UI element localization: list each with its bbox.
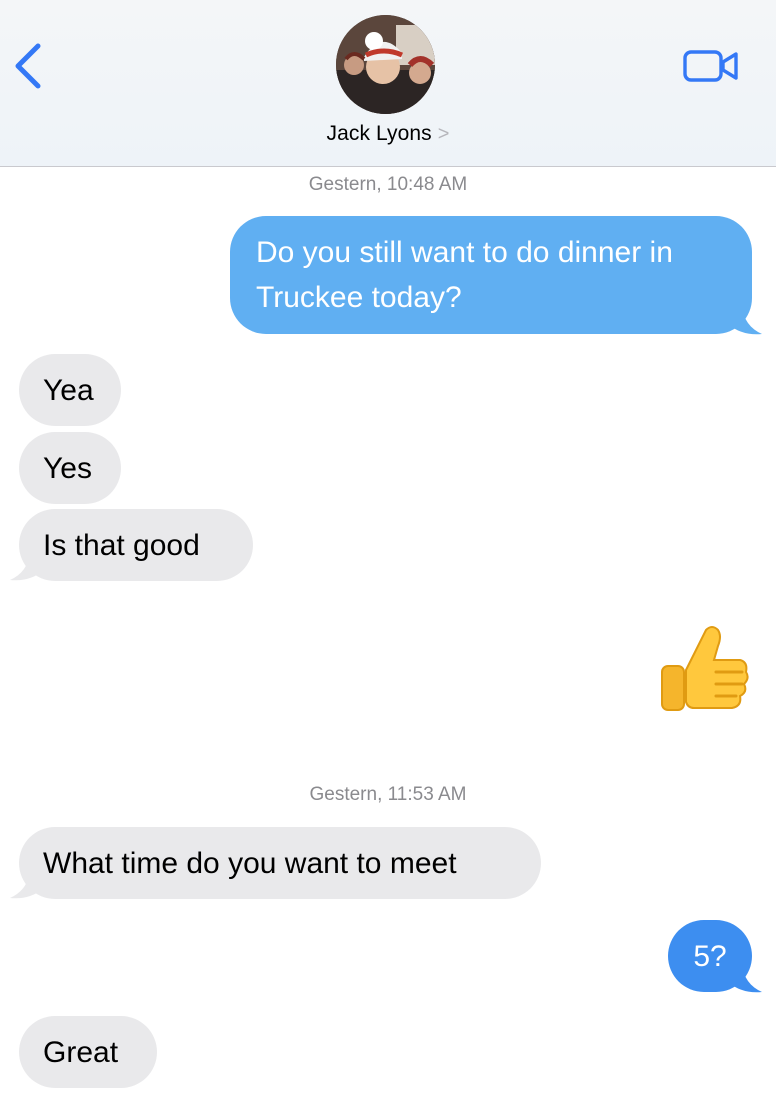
- sent-message-2-text: 5?: [693, 940, 727, 973]
- message-thread-screen: Jack Lyons > Gestern, 10:48 AM Do you sti…: [0, 0, 776, 1104]
- received-message-1[interactable]: Yea: [19, 354, 121, 426]
- received-message-4[interactable]: What time do you want to meet: [19, 827, 541, 899]
- back-button[interactable]: [8, 38, 48, 94]
- received-message-3-text: Is that good: [43, 529, 200, 562]
- received-tail-3: [10, 552, 44, 581]
- received-tail-4: [10, 870, 44, 899]
- received-message-5-text: Great: [43, 1036, 119, 1069]
- received-message-4-text: What time do you want to meet: [43, 847, 457, 880]
- contact-name-button[interactable]: Jack Lyons >: [0, 122, 776, 146]
- video-camera-icon: [683, 50, 738, 82]
- received-message-2-text: Yes: [43, 452, 92, 485]
- conversation-header: Jack Lyons >: [0, 0, 776, 167]
- chevron-right-icon: >: [437, 123, 450, 145]
- facetime-video-button[interactable]: [682, 46, 742, 86]
- timestamp-1: Gestern, 10:48 AM: [308, 174, 468, 195]
- avatar-photo: [336, 15, 435, 114]
- received-message-1-text: Yea: [43, 374, 94, 407]
- received-message-5[interactable]: Great: [19, 1016, 157, 1088]
- chevron-left-icon: [15, 43, 41, 89]
- sent-tail-2: [728, 964, 762, 993]
- sent-message-1-text: Do you still want to do dinner in Trucke…: [256, 236, 673, 314]
- sent-tail-1: [728, 306, 762, 335]
- received-message-3[interactable]: Is that good: [19, 509, 253, 581]
- contact-name-label: Jack Lyons: [326, 122, 432, 145]
- received-message-2[interactable]: Yes: [19, 432, 121, 504]
- thumbs-up-icon[interactable]: [654, 622, 750, 718]
- contact-avatar[interactable]: [336, 15, 435, 114]
- timestamp-2: Gestern, 11:53 AM: [309, 784, 467, 805]
- sent-message-1[interactable]: Do you still want to do dinner in Trucke…: [230, 216, 752, 334]
